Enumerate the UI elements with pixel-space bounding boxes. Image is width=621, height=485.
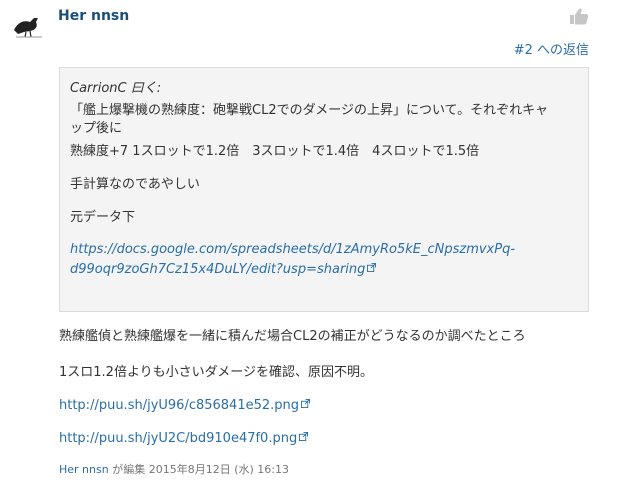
quote-line: 熟練度+7 1スロットで1.2倍 3スロットで1.4倍 4スロットで1.5倍 bbox=[70, 144, 480, 159]
external-link-icon bbox=[367, 263, 377, 272]
edited-label: が編集 bbox=[112, 463, 146, 476]
image-link-text: http://puu.sh/jyU96/c856841e52.png bbox=[59, 398, 300, 413]
spreadsheet-link[interactable]: https://docs.google.com/spreadsheets/d/1… bbox=[70, 240, 578, 280]
crow-avatar-icon bbox=[14, 18, 42, 38]
quote-header: CarrionC 曰く: bbox=[70, 81, 162, 96]
post-paragraph: 1スロ1.2倍よりも小さいダメージを確認、原因不明。 bbox=[59, 365, 374, 380]
quote-block: CarrionC 曰く: 「艦上爆撃機の熟練度：砲撃戦CL2でのダメージの上昇」… bbox=[59, 67, 589, 312]
like-button[interactable] bbox=[569, 7, 589, 25]
edit-timestamp: 2015年8月12日 (水) 16:13 bbox=[148, 463, 289, 476]
quote-line: 「艦上爆撃機の熟練度：砲撃戦CL2でのダメージの上昇」について。それぞれキャ bbox=[70, 103, 549, 118]
image-link-text: http://puu.sh/jyU2C/bd910e47f0.png bbox=[59, 431, 298, 446]
reply-to-link[interactable]: #2 への返信 bbox=[514, 39, 589, 58]
external-link-icon bbox=[299, 432, 309, 441]
thumbs-up-icon bbox=[570, 8, 589, 25]
quote-line: 手計算なのであやしい bbox=[70, 177, 200, 192]
image-link[interactable]: http://puu.sh/jyU96/c856841e52.png bbox=[59, 398, 311, 413]
editor-name-link[interactable]: Her nnsn bbox=[59, 463, 109, 476]
spreadsheet-link-line1: https://docs.google.com/spreadsheets/d/1… bbox=[70, 242, 516, 257]
edit-info: Her nnsn が編集 2015年8月12日 (水) 16:13 bbox=[59, 461, 289, 477]
quote-line: 元データ下 bbox=[70, 210, 136, 225]
external-link-icon bbox=[301, 399, 311, 408]
spreadsheet-link-line2: d99oqr9zoGh7Cz15x4DuLY/edit?usp=sharing bbox=[70, 262, 366, 277]
quote-line: ップ後に bbox=[70, 121, 123, 136]
post-username[interactable]: Her nnsn bbox=[58, 8, 129, 24]
user-avatar[interactable] bbox=[10, 10, 46, 40]
image-link[interactable]: http://puu.sh/jyU2C/bd910e47f0.png bbox=[59, 431, 309, 446]
post-paragraph: 熟練艦偵と熟練艦爆を一緒に積んだ場合CL2の補正がどうなるのか調べたところ bbox=[59, 329, 526, 344]
